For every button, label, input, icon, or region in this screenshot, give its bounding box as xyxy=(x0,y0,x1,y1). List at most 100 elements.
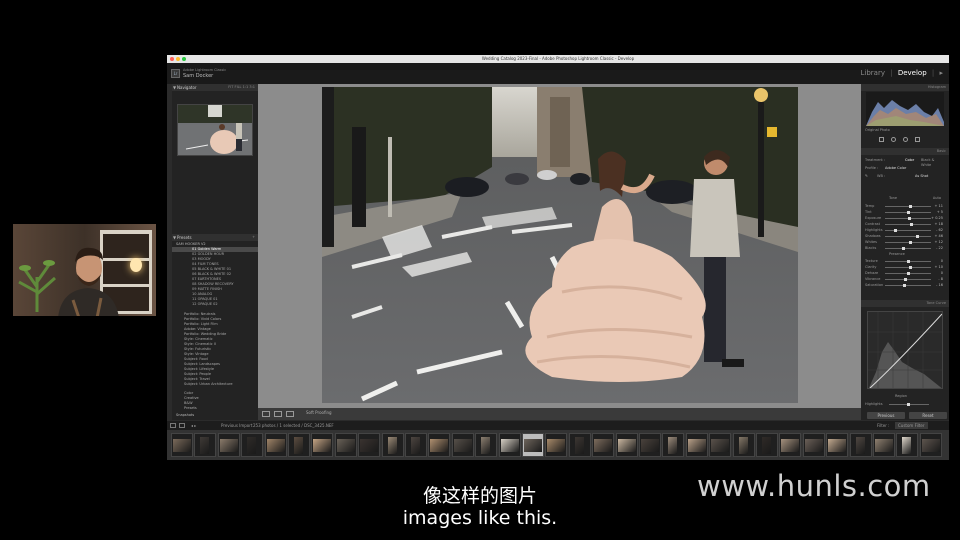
filmstrip-thumbnail[interactable] xyxy=(803,433,825,457)
crop-icon[interactable] xyxy=(879,137,884,142)
filmstrip-thumbnail[interactable] xyxy=(592,433,614,457)
slider-knob[interactable] xyxy=(907,260,910,263)
slider-track[interactable] xyxy=(885,223,931,226)
slider-track[interactable] xyxy=(885,229,931,232)
filmstrip-thumbnail[interactable] xyxy=(662,433,684,457)
profile-select[interactable]: Adobe Color xyxy=(885,166,906,171)
histogram-header[interactable]: Histogram xyxy=(861,84,949,91)
slider-knob[interactable] xyxy=(894,229,897,232)
filmstrip-thumbnail[interactable] xyxy=(405,433,427,457)
filmstrip-thumbnail[interactable] xyxy=(241,433,263,457)
filmstrip-thumbnail[interactable] xyxy=(826,433,848,457)
filmstrip-thumbnail[interactable] xyxy=(265,433,287,457)
treatment-color[interactable]: Color xyxy=(905,158,914,163)
slider-value[interactable]: + 46 xyxy=(935,234,944,239)
slider-value[interactable]: + 0.25 xyxy=(931,216,943,221)
presets-header[interactable]: ▼ Presets + xyxy=(172,234,258,241)
filmstrip-thumbnail[interactable] xyxy=(545,433,567,457)
slider-track[interactable] xyxy=(885,241,931,244)
slider-knob[interactable] xyxy=(903,284,906,287)
slider-track[interactable] xyxy=(885,272,931,275)
slider-value[interactable]: + 5 xyxy=(937,210,943,215)
slider-knob[interactable] xyxy=(909,266,912,269)
slider-knob[interactable] xyxy=(907,211,910,214)
filmstrip-thumbnail[interactable] xyxy=(475,433,497,457)
slider-track[interactable] xyxy=(885,211,931,214)
filmstrip-thumbnail[interactable] xyxy=(499,433,521,457)
soft-proofing-label[interactable]: Soft Proofing xyxy=(306,410,332,415)
filmstrip-source[interactable]: Previous Import xyxy=(221,422,252,429)
view-grid-icon[interactable] xyxy=(170,423,176,428)
loupe-view-icon[interactable] xyxy=(262,411,270,417)
slider-value[interactable]: - 62 xyxy=(936,228,943,233)
slider-track[interactable] xyxy=(885,235,931,238)
previous-button[interactable]: Previous xyxy=(867,412,905,419)
basic-header[interactable]: Basic xyxy=(861,148,949,155)
eyedropper-icon[interactable]: ✎ xyxy=(865,174,868,178)
slider-value[interactable]: + 18 xyxy=(935,222,944,227)
compare-view-icon[interactable] xyxy=(274,411,282,417)
filmstrip-thumbnail[interactable] xyxy=(850,433,872,457)
filmstrip-thumbnail[interactable] xyxy=(686,433,708,457)
slider-knob[interactable] xyxy=(916,235,919,238)
filmstrip-thumbnail[interactable] xyxy=(171,433,193,457)
add-preset-button[interactable]: + xyxy=(252,234,255,241)
slider-knob[interactable] xyxy=(909,205,912,208)
slider-track[interactable] xyxy=(885,260,931,263)
filmstrip-thumbnail[interactable] xyxy=(358,433,380,457)
filmstrip-thumbnail[interactable] xyxy=(756,433,778,457)
filmstrip-thumbnail[interactable] xyxy=(288,433,310,457)
spot-removal-icon[interactable] xyxy=(891,137,896,142)
slider-track[interactable] xyxy=(885,278,931,281)
slider-knob[interactable] xyxy=(909,241,912,244)
nav-arrows-icon[interactable]: ◂ ▸ xyxy=(191,422,196,429)
slider-value[interactable]: + 10 xyxy=(935,265,944,270)
module-develop[interactable]: Develop xyxy=(898,69,927,77)
auto-button[interactable]: Auto xyxy=(933,196,941,201)
slider-track[interactable] xyxy=(885,266,931,269)
filmstrip-thumbnail[interactable] xyxy=(639,433,661,457)
tone-curve-graph[interactable] xyxy=(867,311,943,389)
module-library[interactable]: Library xyxy=(861,69,885,77)
slider-value[interactable]: 0 xyxy=(941,271,943,276)
preset-group[interactable]: Presets xyxy=(172,406,258,411)
filmstrip-thumbnail[interactable] xyxy=(382,433,404,457)
slider-value[interactable]: + 12 xyxy=(935,240,944,245)
preset-group[interactable]: Subject: Urban Architecture xyxy=(172,382,258,387)
filmstrip-thumbnail[interactable] xyxy=(218,433,240,457)
filmstrip-thumbnail[interactable] xyxy=(709,433,731,457)
slider-knob[interactable] xyxy=(902,247,905,250)
red-eye-icon[interactable] xyxy=(903,137,908,142)
filmstrip-thumbnail[interactable] xyxy=(873,433,895,457)
filmstrip-thumbnail[interactable] xyxy=(311,433,333,457)
filmstrip-thumbnail[interactable] xyxy=(194,433,216,457)
slider-value[interactable]: 0 xyxy=(941,259,943,264)
slider-value[interactable]: - 16 xyxy=(936,283,943,288)
filmstrip-thumbnail[interactable] xyxy=(452,433,474,457)
filmstrip-thumbnail[interactable] xyxy=(896,433,918,457)
image-viewer[interactable] xyxy=(258,84,861,408)
filmstrip-thumbnail[interactable] xyxy=(733,433,755,457)
masking-icon[interactable] xyxy=(915,137,920,142)
reset-button[interactable]: Reset xyxy=(909,412,947,419)
before-after-icon[interactable] xyxy=(286,411,294,417)
filmstrip-thumbnail[interactable] xyxy=(428,433,450,457)
slider-track[interactable] xyxy=(885,217,931,220)
slider-track[interactable] xyxy=(885,247,931,250)
navigator-header[interactable]: ▼ Navigator FIT FILL 1:1 3:1 xyxy=(172,84,258,91)
slider-knob[interactable] xyxy=(908,217,911,220)
filmstrip-thumbnail[interactable] xyxy=(920,433,942,457)
slider-knob[interactable] xyxy=(904,278,907,281)
snapshots-header[interactable]: Snapshots xyxy=(172,413,258,418)
module-more[interactable]: ▸ xyxy=(939,69,943,77)
slider-knob[interactable] xyxy=(907,272,910,275)
view-second-icon[interactable] xyxy=(179,423,185,428)
slider-knob[interactable] xyxy=(910,223,913,226)
tone-curve-header[interactable]: Tone Curve xyxy=(861,300,949,307)
filmstrip-thumbnail[interactable] xyxy=(335,433,357,457)
navigator-preview[interactable] xyxy=(177,104,253,156)
filmstrip-thumbnail[interactable] xyxy=(522,433,544,457)
slider-value[interactable]: + 11 xyxy=(935,204,944,209)
filter-select[interactable]: Custom Filter xyxy=(895,422,928,429)
filmstrip-thumbnail[interactable] xyxy=(779,433,801,457)
